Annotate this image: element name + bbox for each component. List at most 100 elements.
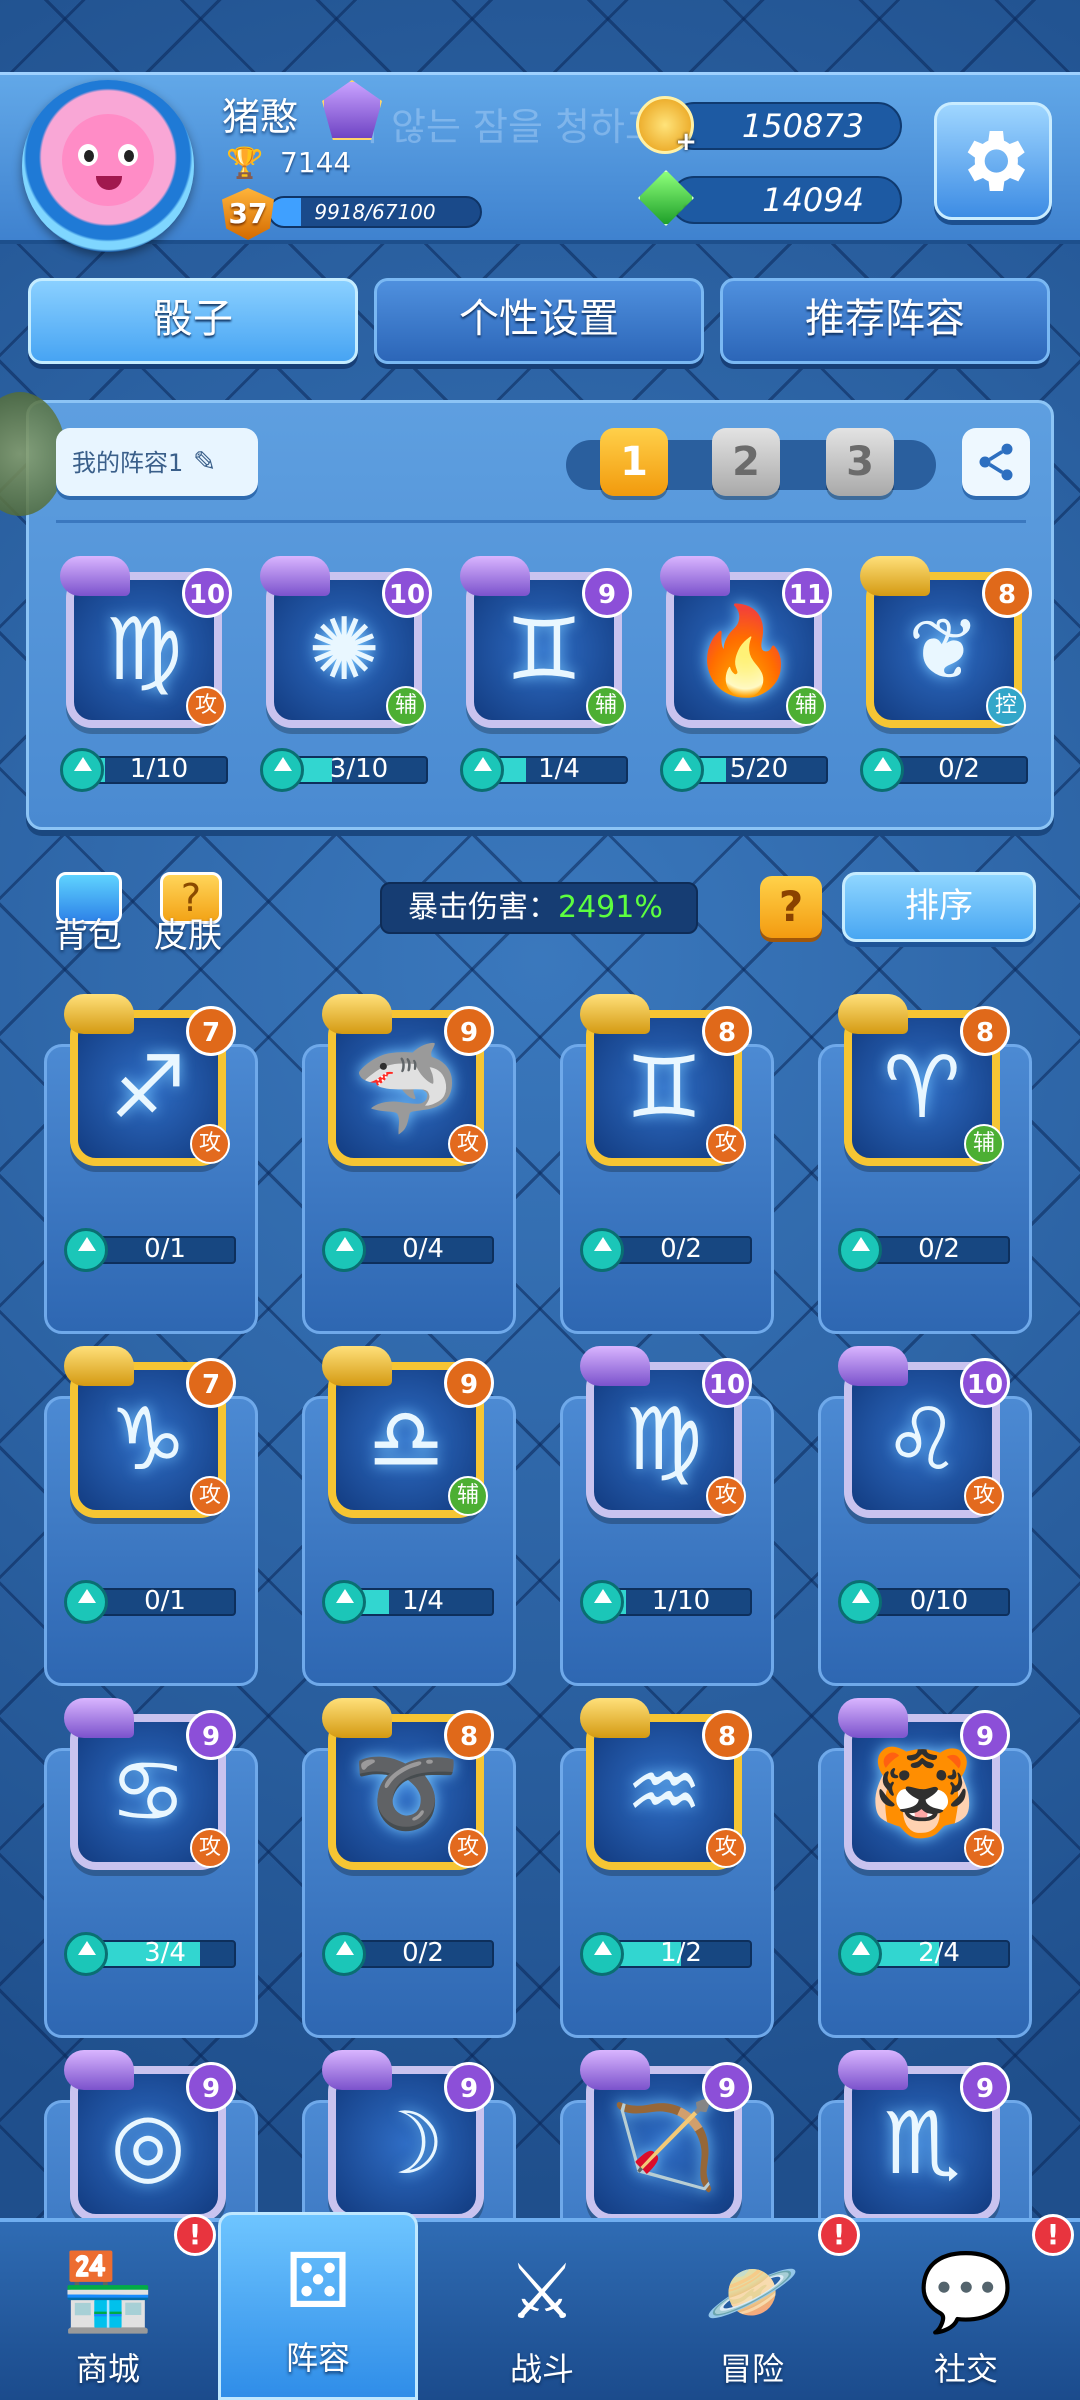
upgrade-progress-text: 3/10	[329, 754, 389, 784]
dice-role-badge: 攻	[964, 1828, 1004, 1868]
chat-icon: 💬	[918, 2247, 1014, 2336]
upgrade-progress-text: 0/1	[144, 1234, 186, 1264]
dice-level-badge: 9	[582, 568, 632, 618]
dice-level-badge: 10	[960, 1358, 1010, 1408]
dice-card[interactable]: ♒ 8 攻	[576, 1698, 752, 1880]
crit-damage-display: 暴击伤害：2491%	[380, 882, 698, 934]
nav-label: 战斗	[509, 2350, 574, 2388]
upgrade-progress-text: 1/4	[538, 754, 580, 784]
dice-card[interactable]: 🐯 9 攻	[834, 1698, 1010, 1880]
dice-level-badge: 9	[444, 1006, 494, 1056]
watermark-text: 이 않는 잠을 청하고	[344, 105, 660, 149]
upgrade-progress: 3/4	[64, 1932, 236, 1976]
panel-divider	[56, 520, 1026, 523]
dice-card[interactable]: ➰ 8 攻	[318, 1698, 494, 1880]
dice-level-badge: 8	[982, 568, 1032, 618]
upgrade-progress-text: 1/2	[660, 1938, 702, 1968]
dice-card[interactable]: ♊ 8 攻	[576, 994, 752, 1176]
coin-counter: 150873	[670, 102, 902, 150]
dice-role-badge: 辅	[386, 686, 426, 726]
nav-tab-planet[interactable]: 🪐 冒险	[652, 2226, 852, 2396]
lineup-name-button[interactable]: 我的阵容1 ✎	[56, 428, 258, 496]
trophy-icon: 🏆	[226, 146, 264, 181]
alert-badge: !	[1032, 2214, 1074, 2256]
dice-card[interactable]: ♏ 9	[834, 2050, 1010, 2232]
upgrade-progress-text: 5/20	[729, 754, 789, 784]
settings-button[interactable]	[934, 102, 1052, 220]
dice-card[interactable]: ♑ 7 攻	[60, 1346, 236, 1528]
dice-level-badge: 9	[960, 2062, 1010, 2112]
dice-level-badge: 8	[444, 1710, 494, 1760]
dice-card[interactable]: 🦈 9 攻	[318, 994, 494, 1176]
sort-button[interactable]: 排序	[842, 872, 1036, 942]
upgrade-progress: 0/4	[322, 1228, 494, 1272]
nav-tab-swords[interactable]: ⚔ 战斗	[442, 2226, 642, 2396]
tab-recommended-lineup[interactable]: 推荐阵容	[720, 278, 1050, 364]
dice-role-badge: 攻	[964, 1476, 1004, 1516]
dice-card[interactable]: ♌ 10 攻	[834, 1346, 1010, 1528]
upgrade-progress: 0/1	[64, 1580, 236, 1624]
swords-icon: ⚔	[507, 2247, 577, 2336]
lineup-slot-1[interactable]: 1	[600, 428, 668, 496]
dice-card[interactable]: ♍ 10 攻	[576, 1346, 752, 1528]
lineup-slot-2[interactable]: 2	[712, 428, 780, 496]
dice-level-badge: 8	[702, 1006, 752, 1056]
dice-level-badge: 7	[186, 1358, 236, 1408]
dice-card[interactable]: ♎ 9 辅	[318, 1346, 494, 1528]
dice-level-badge: 10	[702, 1358, 752, 1408]
dice-card[interactable]: 🔥 11 辅	[656, 556, 832, 738]
player-name: 猪憨	[222, 95, 299, 139]
dice-card[interactable]: ♍ 10 攻	[56, 556, 232, 738]
dice-role-badge: 攻	[186, 686, 226, 726]
dice-card[interactable]: ♋ 9 攻	[60, 1698, 236, 1880]
upgrade-progress: 1/2	[580, 1932, 752, 1976]
xp-text: 9918/67100	[314, 200, 436, 224]
nav-tab-dice[interactable]: ⚄ 阵容	[218, 2212, 418, 2400]
upgrade-progress-text: 1/10	[651, 1586, 711, 1616]
dice-level-badge: 9	[702, 2062, 752, 2112]
dice-card[interactable]: ☽ 9	[318, 2050, 494, 2232]
dice-role-badge: 辅	[964, 1124, 1004, 1164]
dice-level-badge: 11	[782, 568, 832, 618]
dice-level-badge: 7	[186, 1006, 236, 1056]
nav-tab-chat[interactable]: 💬 社交	[866, 2226, 1066, 2396]
dice-card[interactable]: ♐ 7 攻	[60, 994, 236, 1176]
dice-role-badge: 辅	[448, 1476, 488, 1516]
nav-label: 商城	[75, 2350, 140, 2388]
tab-dice[interactable]: 骰子	[28, 278, 358, 364]
dice-level-badge: 9	[444, 1358, 494, 1408]
dice-card[interactable]: ♈ 8 辅	[834, 994, 1010, 1176]
dice-card[interactable]: 🏹 9	[576, 2050, 752, 2232]
dice-role-badge: 控	[986, 686, 1026, 726]
upgrade-progress-text: 0/2	[660, 1234, 702, 1264]
upgrade-progress-text: 0/2	[938, 754, 980, 784]
tab-personalization[interactable]: 个性设置	[374, 278, 704, 364]
xp-bar: 9918/67100	[268, 196, 482, 228]
upgrade-progress: 2/4	[838, 1932, 1010, 1976]
coin-icon[interactable]: +	[636, 96, 697, 157]
upgrade-progress: 0/2	[860, 748, 1028, 792]
player-avatar[interactable]	[22, 80, 194, 252]
nav-tab-shop[interactable]: 🏪 商城	[8, 2226, 208, 2396]
share-button[interactable]	[962, 428, 1030, 496]
crit-damage-value: 2491%	[558, 890, 663, 925]
upgrade-progress-text: 0/2	[918, 1234, 960, 1264]
dice-level-badge: 9	[186, 2062, 236, 2112]
upgrade-progress: 0/1	[64, 1228, 236, 1272]
dice-card[interactable]: ❦ 8 控	[856, 556, 1032, 738]
dice-card[interactable]: ♊ 9 辅	[456, 556, 632, 738]
planet-icon: 🪐	[704, 2247, 800, 2336]
skin-label[interactable]: 皮肤	[154, 908, 222, 957]
dice-role-badge: 攻	[448, 1124, 488, 1164]
upgrade-progress: 0/2	[322, 1932, 494, 1976]
dice-role-badge: 辅	[786, 686, 826, 726]
upgrade-progress: 1/10	[60, 748, 228, 792]
dice-role-badge: 攻	[706, 1476, 746, 1516]
shop-icon: 🏪	[60, 2247, 156, 2336]
help-button[interactable]: ?	[760, 876, 822, 938]
dice-card[interactable]: ✺ 10 辅	[256, 556, 432, 738]
upgrade-progress: 0/2	[580, 1228, 752, 1272]
dice-card[interactable]: ◎ 9	[60, 2050, 236, 2232]
backpack-label[interactable]: 背包	[54, 908, 122, 957]
lineup-slot-3[interactable]: 3	[826, 428, 894, 496]
